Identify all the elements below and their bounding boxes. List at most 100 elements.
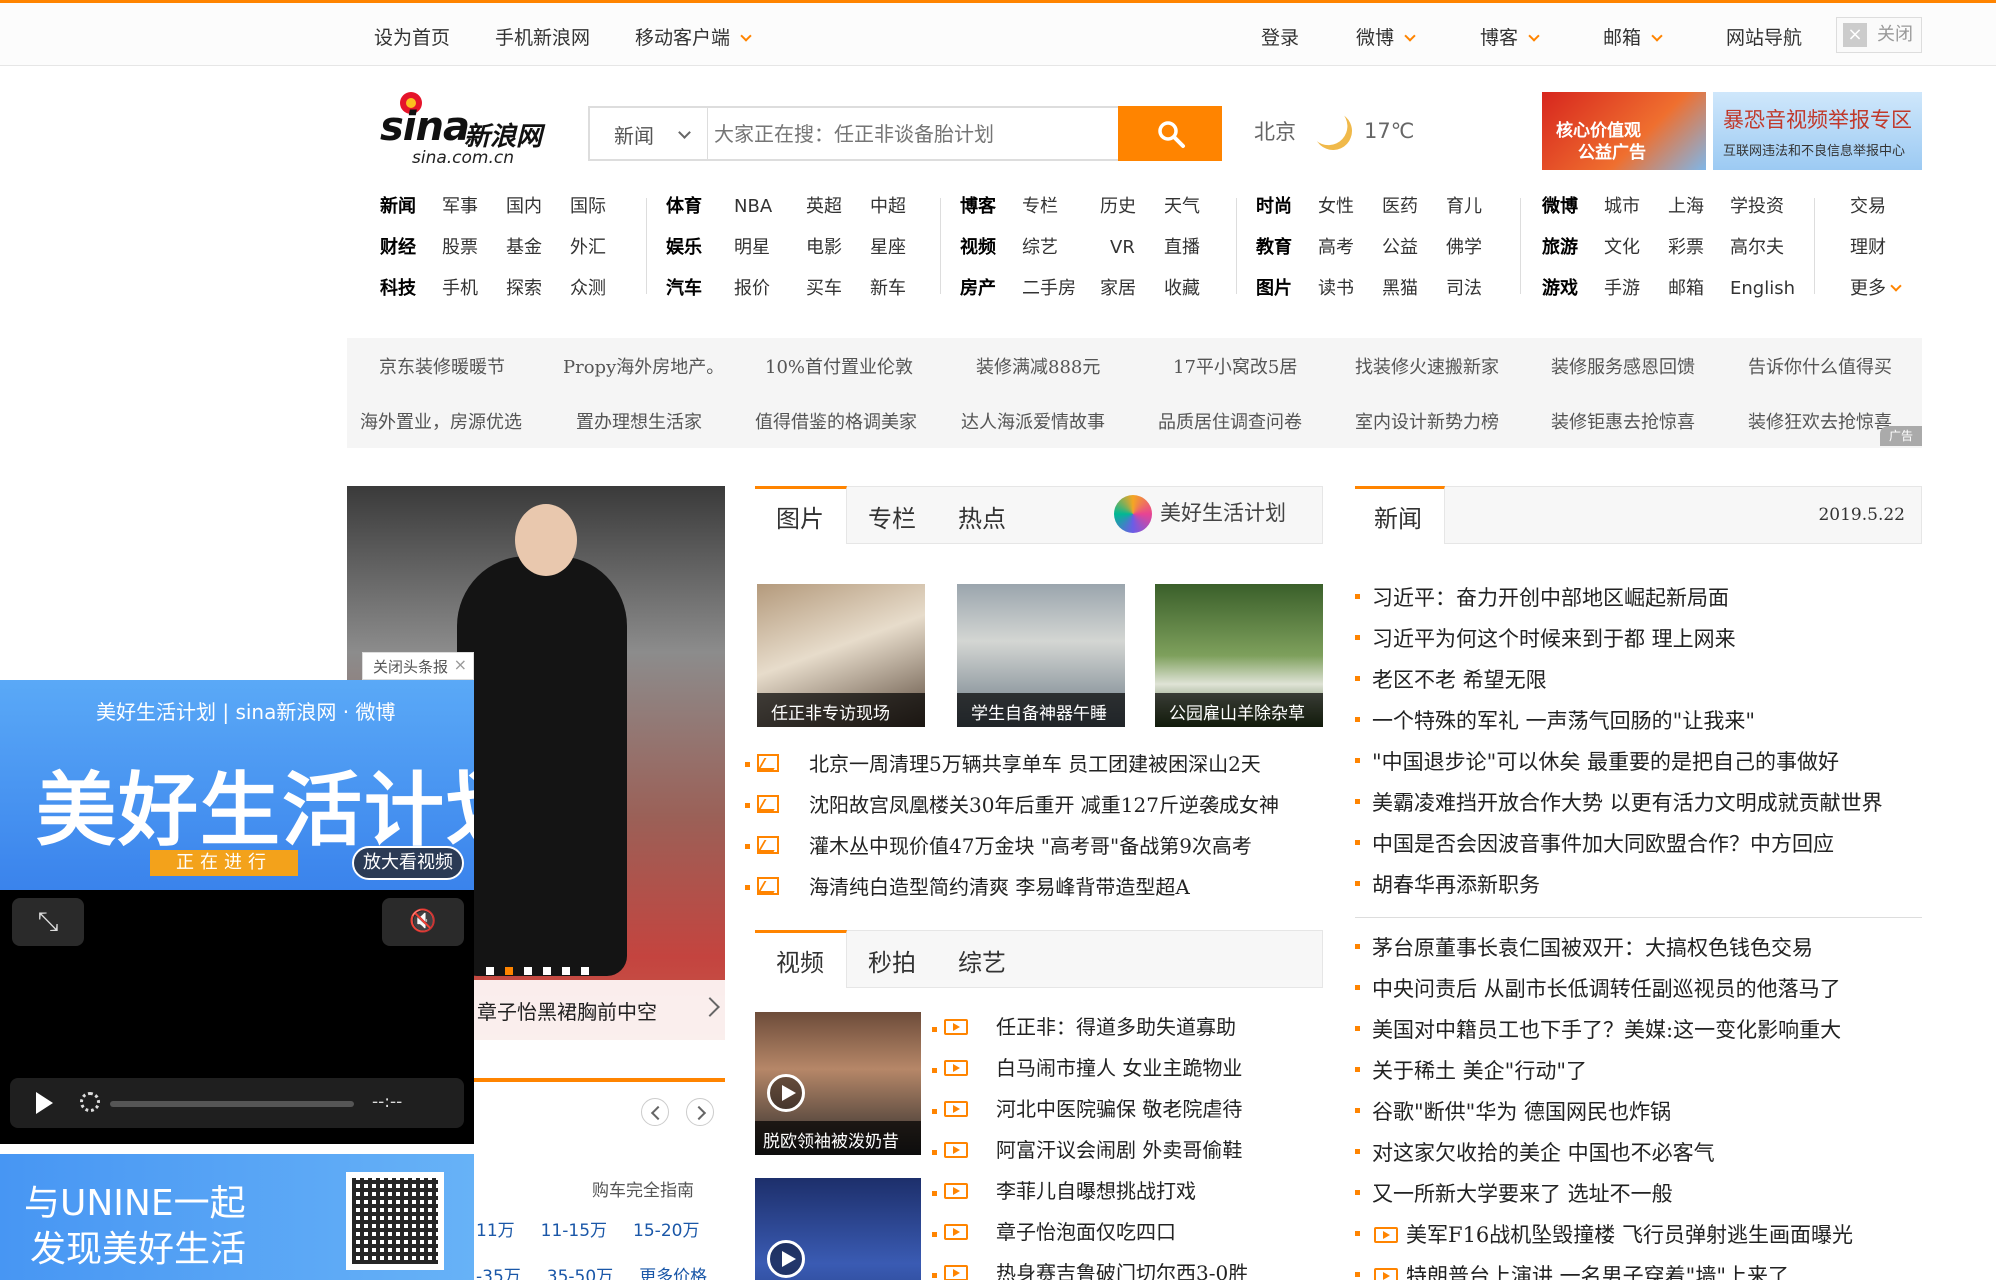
login-link[interactable]: 登录 (1261, 23, 1299, 50)
list-item[interactable]: 阿富汗议会闹剧 外卖哥偷鞋 (932, 1134, 1248, 1175)
nav-link[interactable]: 读书 (1318, 274, 1382, 300)
nav-link[interactable]: 彩票 (1668, 233, 1730, 259)
nav-link[interactable]: 基金 (506, 233, 570, 259)
ad-link[interactable]: 京东装修暖暖节 (379, 353, 505, 379)
nav-link[interactable]: NBA (734, 196, 806, 217)
weather-widget[interactable]: 北京 17℃ (1254, 112, 1414, 156)
list-item[interactable]: 中央问责后 从副市长低调转任副巡视员的他落马了 (1355, 973, 1853, 1014)
tab-news[interactable]: 新闻 (1374, 499, 1422, 534)
list-item[interactable]: 河北中医院骗保 敬老院虐待 (932, 1093, 1248, 1134)
nav-link[interactable]: 佛学 (1446, 233, 1482, 259)
list-item[interactable]: 热身赛吉鲁破门切尔西3-0胜 (932, 1257, 1248, 1280)
tab-columns[interactable]: 专栏 (868, 499, 916, 534)
car-guide-link[interactable]: 购车完全指南 (592, 1176, 694, 1201)
price-link[interactable]: 35-50万 (547, 1267, 613, 1280)
video-player[interactable]: ⤡ 🔇 --:-- (0, 890, 474, 1144)
mail-menu[interactable]: 邮箱 (1603, 23, 1663, 50)
nav-link[interactable]: 公益 (1382, 233, 1446, 259)
mobile-client-menu[interactable]: 移动客户端 (635, 23, 752, 50)
nav-link[interactable]: 电影 (806, 233, 870, 259)
close-float-ad-button[interactable]: 关闭头条报 × (362, 652, 474, 680)
slide-dot[interactable] (562, 967, 570, 975)
nav-link[interactable]: 理财 (1850, 233, 1886, 259)
price-link[interactable]: 更多价格 (639, 1267, 707, 1280)
list-item[interactable]: 胡春华再添新职务 (1355, 869, 1883, 910)
nav-link[interactable]: 外汇 (570, 233, 606, 259)
list-item[interactable]: 北京一周清理5万辆共享单车 员工团建被困深山2天 (745, 748, 1279, 789)
tab-variety[interactable]: 综艺 (958, 943, 1006, 978)
set-home-link[interactable]: 设为首页 (374, 23, 450, 50)
chevron-right-icon[interactable] (700, 997, 720, 1017)
ad-link[interactable]: 告诉你什么值得买 (1748, 353, 1892, 379)
list-item[interactable]: 一个特殊的军礼 一声荡气回肠的"让我来" (1355, 705, 1883, 746)
nav-link[interactable]: 军事 (442, 192, 506, 218)
tab-pictures[interactable]: 图片 (776, 499, 824, 534)
ad-link[interactable]: 找装修火速搬新家 (1355, 353, 1499, 379)
nav-link[interactable]: 买车 (806, 274, 870, 300)
more-menu[interactable]: 更多 (1850, 274, 1902, 300)
photo-thumb[interactable]: 公园雇山羊除杂草 (1155, 584, 1323, 727)
better-life-logo[interactable]: 美好生活计划 (1114, 495, 1286, 533)
price-link[interactable]: 15-20万 (633, 1221, 699, 1241)
nav-link[interactable]: 综艺 (1022, 233, 1110, 259)
ad-link[interactable]: Propy海外房地产。 (563, 353, 724, 379)
ad-link[interactable]: 装修钜惠去抢惊喜 (1551, 408, 1695, 434)
nav-link[interactable]: 众测 (570, 274, 606, 300)
list-item[interactable]: 沈阳故宫凤凰楼关30年后重开 减重127斤逆袭成女神 (745, 789, 1279, 830)
tab-miaopai[interactable]: 秒拍 (868, 943, 916, 978)
ad-link[interactable]: 值得借鉴的格调美家 (755, 408, 917, 434)
list-item[interactable]: 关于稀土 美企"行动"了 (1355, 1055, 1853, 1096)
list-item[interactable]: 茅台原董事长袁仁国被双开：大搞权色钱色交易 (1355, 932, 1853, 973)
list-item[interactable]: 谷歌"断供"华为 德国网民也炸锅 (1355, 1096, 1853, 1137)
ad-link[interactable]: 装修狂欢去抢惊喜 (1748, 408, 1892, 434)
nav-link[interactable]: 文化 (1604, 233, 1668, 259)
slide-dot[interactable] (543, 967, 551, 975)
list-item[interactable]: 任正非：得道多助失道寡助 (932, 1011, 1248, 1052)
site-nav-link[interactable]: 网站导航 (1726, 23, 1802, 50)
nav-link[interactable]: 交易 (1850, 192, 1886, 218)
nav-link[interactable]: 国际 (570, 192, 606, 218)
nav-link[interactable]: 教育 (1256, 233, 1318, 259)
price-link[interactable]: -35万 (476, 1267, 521, 1280)
nav-link[interactable]: 上海 (1668, 192, 1730, 218)
list-item[interactable]: 白马闹市撞人 女业主跪物业 (932, 1052, 1248, 1093)
ad-link[interactable]: 品质居住调查问卷 (1158, 408, 1302, 434)
nav-link[interactable]: 英超 (806, 192, 870, 218)
nav-link[interactable]: 明星 (734, 233, 806, 259)
slide-dot[interactable] (524, 967, 532, 975)
nav-link[interactable]: 时尚 (1256, 192, 1318, 218)
nav-link[interactable]: 育儿 (1446, 192, 1482, 218)
nav-link[interactable]: 汽车 (666, 274, 734, 300)
photo-thumb[interactable]: 学生自备神器午睡 (957, 584, 1125, 727)
nav-link[interactable]: English (1730, 278, 1795, 299)
mobile-sina-link[interactable]: 手机新浪网 (495, 23, 590, 50)
nav-link[interactable]: 股票 (442, 233, 506, 259)
search-button[interactable] (1118, 106, 1222, 161)
nav-link[interactable]: 旅游 (1542, 233, 1604, 259)
sina-logo[interactable]: sina 新浪网 sina.com.cn (378, 90, 553, 170)
nav-link[interactable]: 高考 (1318, 233, 1382, 259)
price-link[interactable]: 11-15万 (541, 1221, 607, 1241)
nav-link[interactable]: VR (1110, 237, 1164, 258)
nav-link[interactable]: 视频 (960, 233, 1022, 259)
expand-icon[interactable]: ⤡ (12, 898, 84, 946)
nav-link[interactable]: 直播 (1164, 233, 1200, 259)
list-item[interactable]: 习近平为何这个时候来到于都 理上网来 (1355, 623, 1883, 664)
price-link[interactable]: 11万 (476, 1221, 515, 1241)
float-ad-footer[interactable]: 与UNINE一起 发现美好生活 (0, 1154, 474, 1280)
nav-link[interactable]: 房产 (960, 274, 1022, 300)
core-values-ad[interactable]: 核心价值观 公益广告 (1542, 92, 1706, 170)
nav-link[interactable]: 手游 (1604, 274, 1668, 300)
ad-link[interactable]: 达人海派爱情故事 (961, 408, 1105, 434)
slide-dot[interactable] (581, 967, 589, 975)
list-item[interactable]: 海清纯白造型简约清爽 李易峰背带造型超A (745, 871, 1279, 912)
nav-link[interactable]: 探索 (506, 274, 570, 300)
nav-link[interactable]: 博客 (960, 192, 1022, 218)
nav-link[interactable]: 女性 (1318, 192, 1382, 218)
nav-link[interactable]: 医药 (1382, 192, 1446, 218)
ad-link[interactable]: 室内设计新势力榜 (1355, 408, 1499, 434)
list-item[interactable]: 特朗普台上演讲 一名男子穿着"墙"上来了 (1355, 1260, 1853, 1280)
tab-video[interactable]: 视频 (776, 943, 824, 978)
list-item[interactable]: "中国退步论"可以休矣 最重要的是把自己的事做好 (1355, 746, 1883, 787)
nav-link[interactable]: 家居 (1100, 274, 1164, 300)
